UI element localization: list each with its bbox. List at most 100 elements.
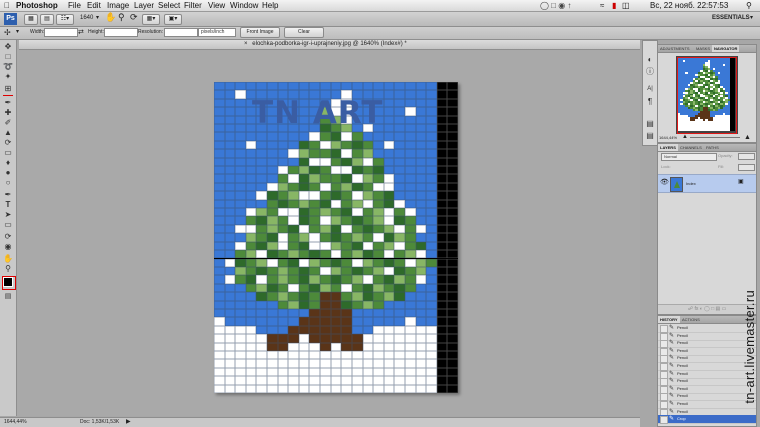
- clear-button[interactable]: Clear: [284, 27, 324, 38]
- fill-input[interactable]: [738, 164, 755, 171]
- document-tab[interactable]: × elochka-podborka-igr-i-uprajneniy.jpg …: [19, 40, 640, 50]
- quick-mask-icon[interactable]: ▤: [2, 292, 14, 301]
- tab-paths[interactable]: PATHS: [704, 144, 721, 151]
- close-document-icon[interactable]: ×: [244, 40, 248, 49]
- height-input[interactable]: [104, 28, 138, 37]
- menu-file[interactable]: File: [68, 1, 81, 10]
- flag-icon[interactable]: ▮: [612, 1, 616, 10]
- path-selection-icon[interactable]: ➤: [2, 210, 14, 219]
- navigator-view-box[interactable]: [677, 57, 737, 134]
- battery-icon[interactable]: ◫: [622, 1, 630, 10]
- navigator-thumbnail[interactable]: [676, 56, 738, 134]
- brush-tool-icon[interactable]: ✐: [2, 118, 14, 127]
- navigator-zoom-in-icon[interactable]: ▲: [744, 133, 751, 142]
- menu-layer[interactable]: Layer: [134, 1, 154, 10]
- apple-icon[interactable]: : [4, 1, 10, 10]
- menu-window[interactable]: Window: [230, 1, 258, 10]
- rotate-view-icon[interactable]: ⟳: [130, 13, 138, 22]
- pen-tool-icon[interactable]: ✒: [2, 190, 14, 199]
- pixel-cell: [320, 166, 331, 175]
- menu-edit[interactable]: Edit: [87, 1, 101, 10]
- tab-navigator[interactable]: NAVIGATOR: [712, 45, 740, 52]
- navigator-zoom-out-icon[interactable]: ▲: [682, 133, 688, 142]
- screen-mode-button[interactable]: ▣▾: [164, 14, 182, 25]
- workspace-switcher[interactable]: ESSENTIALS: [712, 14, 750, 23]
- menu-app-name[interactable]: Photoshop: [16, 1, 58, 10]
- tab-actions[interactable]: ACTIONS: [680, 316, 702, 323]
- document-canvas[interactable]: TN ART: [214, 82, 458, 393]
- clone-stamp-icon[interactable]: ▲: [2, 128, 14, 137]
- layers-footer-icons[interactable]: ☍ fx ◐ ◯ □ ▤ ▭: [688, 305, 726, 314]
- tool-presets-icon[interactable]: ▤: [644, 119, 656, 128]
- lasso-tool-icon[interactable]: ➰: [2, 62, 14, 71]
- resolution-input[interactable]: [164, 28, 198, 37]
- character-panel-icon[interactable]: A|: [644, 85, 656, 94]
- status-menu-icons[interactable]: ◯ □ ◉ ↑: [540, 1, 571, 10]
- spotlight-icon[interactable]: ⚲: [746, 1, 752, 10]
- workspace-chevron-icon[interactable]: ▾: [750, 14, 753, 23]
- navigator-zoom[interactable]: 1644,44%: [659, 133, 677, 142]
- pixel-cell: [330, 157, 342, 167]
- tab-layers[interactable]: LAYERS: [658, 144, 678, 151]
- history-item[interactable]: ✎ Crop: [658, 415, 756, 425]
- 3d-camera-icon[interactable]: ◉: [2, 242, 14, 251]
- bridge-icon[interactable]: ▦: [24, 14, 38, 25]
- swap-dimensions-icon[interactable]: ⇄: [78, 28, 84, 37]
- eyedropper-icon[interactable]: ✒: [2, 98, 14, 107]
- magic-wand-icon[interactable]: ✦: [2, 72, 14, 81]
- blur-tool-icon[interactable]: ●: [2, 168, 14, 177]
- hand-tool-icon[interactable]: ✋: [105, 13, 116, 22]
- layer-visibility-eye-icon[interactable]: 👁: [660, 178, 669, 186]
- menu-help[interactable]: Help: [262, 1, 278, 10]
- crop-tool-button-icon[interactable]: ⊞: [2, 84, 14, 93]
- info-panel-icon[interactable]: ⓘ: [644, 67, 656, 76]
- menu-select[interactable]: Select: [158, 1, 180, 10]
- dodge-tool-icon[interactable]: ○: [2, 178, 14, 187]
- zoom-level-dropdown[interactable]: 1640: [80, 14, 93, 23]
- healing-brush-icon[interactable]: ✚: [2, 108, 14, 117]
- wifi-icon[interactable]: ≈: [600, 1, 604, 10]
- blend-mode-select[interactable]: Normal: [661, 153, 717, 161]
- shape-tool-icon[interactable]: ▭: [2, 220, 14, 229]
- marquee-tool-icon[interactable]: □: [2, 52, 14, 61]
- tab-masks[interactable]: MASKS: [694, 45, 712, 52]
- history-brush-icon[interactable]: ⟳: [2, 138, 14, 147]
- tab-adjustments[interactable]: ADJUSTMENTS: [658, 45, 692, 52]
- move-tool-icon[interactable]: ✥: [2, 42, 14, 51]
- view-extras-dropdown[interactable]: ☷▾: [56, 14, 74, 25]
- history-checkbox[interactable]: [660, 416, 668, 425]
- zoom-chevron-icon[interactable]: ▾: [96, 14, 99, 23]
- menu-clock[interactable]: Вс, 22 нояб. 22:57:53: [650, 1, 728, 10]
- zoom-tool-icon[interactable]: ⚲: [118, 13, 125, 22]
- pixel-cell: [447, 325, 458, 335]
- menu-filter[interactable]: Filter: [184, 1, 202, 10]
- paragraph-panel-icon[interactable]: ¶: [644, 97, 656, 106]
- type-tool-icon[interactable]: T: [2, 200, 14, 209]
- clone-source-icon[interactable]: ▤: [644, 131, 656, 140]
- minibridge-icon[interactable]: ▤: [40, 14, 54, 25]
- arrange-documents-button[interactable]: ▦▾: [142, 14, 160, 25]
- foreground-color-swatch[interactable]: [3, 277, 13, 287]
- hand-tool-panel-icon[interactable]: ✋: [2, 254, 14, 263]
- tool-preset-chevron-icon[interactable]: ▾: [16, 28, 19, 37]
- width-input[interactable]: [44, 28, 78, 37]
- pixel-cell: [383, 300, 395, 309]
- tab-history[interactable]: HISTORY: [658, 316, 680, 323]
- navigator-zoom-slider[interactable]: [690, 137, 740, 138]
- eraser-tool-icon[interactable]: ▭: [2, 148, 14, 157]
- color-swatches[interactable]: [2, 276, 16, 290]
- paint-bucket-icon[interactable]: ♦: [2, 158, 14, 167]
- color-panel-icon[interactable]: ◐: [644, 55, 656, 64]
- 3d-rotate-icon[interactable]: ⟳: [2, 232, 14, 241]
- tab-channels[interactable]: CHANNELS: [678, 144, 704, 151]
- crop-tool-icon[interactable]: ✢: [4, 28, 11, 37]
- menu-image[interactable]: Image: [107, 1, 129, 10]
- opacity-input[interactable]: [738, 153, 755, 160]
- layer-row-index[interactable]: 👁 Index ▣: [658, 174, 756, 193]
- resolution-units-select[interactable]: pixels/inch: [198, 28, 236, 37]
- zoom-tool-panel-icon[interactable]: ⚲: [2, 264, 14, 273]
- front-image-button[interactable]: Front Image: [240, 27, 280, 38]
- menu-view[interactable]: View: [208, 1, 225, 10]
- layer-name[interactable]: Index: [686, 179, 696, 188]
- pixel-cell: [447, 275, 458, 284]
